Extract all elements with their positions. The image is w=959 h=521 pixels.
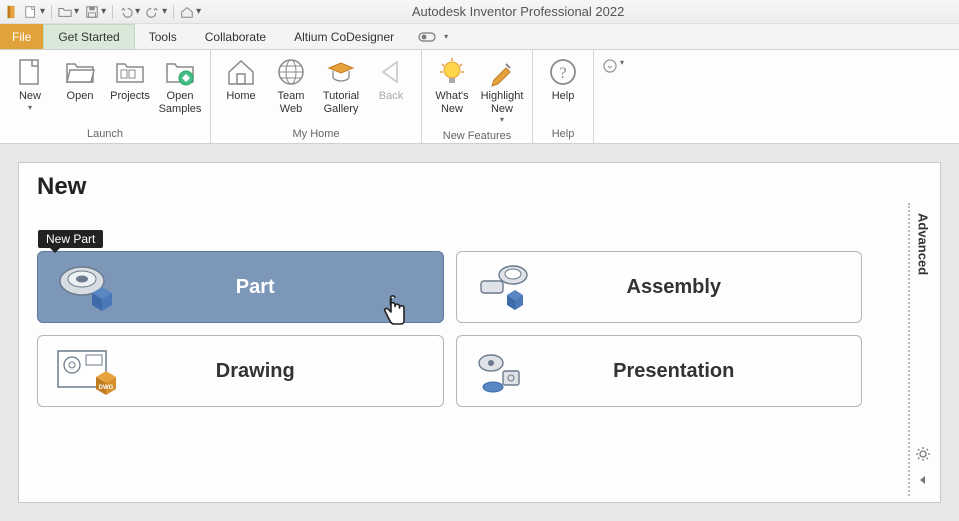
qat-home-button[interactable]: ▾: [180, 5, 201, 19]
projects-button[interactable]: Projects: [106, 52, 154, 107]
button-label: Assembly: [561, 276, 848, 299]
dropdown-icon: ▾: [28, 103, 32, 112]
work-area: New New Part Part Assembly: [0, 144, 959, 521]
svg-text:?: ?: [559, 65, 566, 82]
open-samples-icon: [164, 56, 196, 88]
button-label: Team Web: [269, 90, 313, 115]
separator: [51, 5, 52, 19]
tab-collaborate[interactable]: Collaborate: [191, 24, 280, 49]
projects-icon: [114, 56, 146, 88]
button-label: Back: [379, 90, 403, 103]
button-label: What's New: [430, 90, 474, 115]
title-bar: ▾ ▾ ▾ ▾ ▾ ▾ Autodesk Inventor Profession…: [0, 0, 959, 24]
open-samples-button[interactable]: Open Samples: [156, 52, 204, 119]
qat-new-button[interactable]: ▾: [24, 5, 45, 19]
new-part-button[interactable]: New Part Part: [37, 251, 444, 323]
tab-file[interactable]: File: [0, 24, 43, 49]
button-label: Home: [226, 90, 255, 103]
open-button[interactable]: Open: [56, 52, 104, 107]
ribbon-group-help: ? Help Help: [533, 50, 594, 143]
new-assembly-button[interactable]: Assembly: [456, 251, 863, 323]
svg-text:DWG: DWG: [99, 385, 114, 391]
ribbon-tab-strip: File Get Started Tools Collaborate Altiu…: [0, 24, 959, 50]
home-icon: [225, 56, 257, 88]
group-label: Help: [539, 126, 587, 143]
separator: [112, 5, 113, 19]
new-document-panel: New New Part Part Assembly: [18, 162, 941, 503]
whats-new-button[interactable]: What's New: [428, 52, 476, 119]
highlighter-icon: [486, 56, 518, 88]
globe-icon: [275, 56, 307, 88]
help-icon: ?: [547, 56, 579, 88]
button-label: Part: [142, 276, 429, 299]
ribbon-group-launch: New ▾ Open Projects Open Samples Launch: [0, 50, 211, 143]
assembly-icon: [471, 259, 543, 315]
button-label: Tutorial Gallery: [319, 90, 363, 115]
group-label: Launch: [6, 126, 204, 143]
separator: [173, 5, 174, 19]
lightbulb-icon: [436, 56, 468, 88]
back-button: Back: [367, 52, 415, 107]
ribbon-group-myhome: Home Team Web Tutorial Gallery Back My H…: [211, 50, 422, 143]
button-label: Projects: [110, 90, 150, 103]
home-button[interactable]: Home: [217, 52, 265, 107]
app-title: Autodesk Inventor Professional 2022: [201, 4, 955, 19]
collapse-arrow-icon[interactable]: [915, 473, 931, 490]
ribbon-collapse[interactable]: ▾: [594, 50, 632, 143]
new-button[interactable]: New ▾: [6, 52, 54, 116]
help-button[interactable]: ? Help: [539, 52, 587, 107]
qat-save-button[interactable]: ▾: [85, 5, 106, 19]
tab-get-started[interactable]: Get Started: [43, 24, 134, 49]
quick-access-toolbar: ▾ ▾ ▾ ▾ ▾ ▾: [4, 5, 201, 19]
qat-redo-button[interactable]: ▾: [146, 5, 167, 19]
group-label: My Home: [217, 126, 415, 143]
new-icon: [14, 56, 46, 88]
presentation-icon: [471, 343, 543, 399]
ribbon-group-newfeatures: What's New Highlight New ▾ New Features: [422, 50, 533, 143]
part-icon: [52, 259, 124, 315]
dropdown-icon: ▾: [500, 115, 504, 124]
button-label: Presentation: [561, 360, 848, 383]
team-web-button[interactable]: Team Web: [267, 52, 315, 119]
qat-undo-button[interactable]: ▾: [119, 5, 140, 19]
advanced-sidebar: Advanced: [908, 203, 936, 496]
button-label: Help: [552, 90, 575, 103]
panel-title: New: [37, 173, 922, 201]
tab-extras[interactable]: ▾: [408, 24, 458, 49]
new-presentation-button[interactable]: Presentation: [456, 335, 863, 407]
cursor-hand-icon: [379, 294, 409, 336]
drawing-icon: DWG: [52, 343, 124, 399]
gear-icon[interactable]: [915, 446, 931, 465]
tutorial-icon: [325, 56, 357, 88]
tutorial-gallery-button[interactable]: Tutorial Gallery: [317, 52, 365, 119]
button-label: Open: [67, 90, 94, 103]
button-label: Open Samples: [158, 90, 202, 115]
tab-altium[interactable]: Altium CoDesigner: [280, 24, 408, 49]
button-label: New: [19, 90, 41, 103]
new-drawing-button[interactable]: DWG Drawing: [37, 335, 444, 407]
button-label: Highlight New: [480, 90, 524, 115]
group-label: New Features: [428, 128, 526, 145]
highlight-new-button[interactable]: Highlight New ▾: [478, 52, 526, 128]
advanced-toggle[interactable]: Advanced: [916, 209, 931, 279]
ribbon: New ▾ Open Projects Open Samples Launch …: [0, 50, 959, 144]
back-arrow-icon: [375, 56, 407, 88]
open-folder-icon: [64, 56, 96, 88]
button-label: Drawing: [142, 360, 429, 383]
qat-open-button[interactable]: ▾: [58, 5, 79, 19]
document-type-grid: New Part Part Assembly DWG: [37, 251, 862, 407]
tab-tools[interactable]: Tools: [135, 24, 191, 49]
tooltip: New Part: [38, 230, 103, 248]
app-icon: [4, 5, 18, 19]
